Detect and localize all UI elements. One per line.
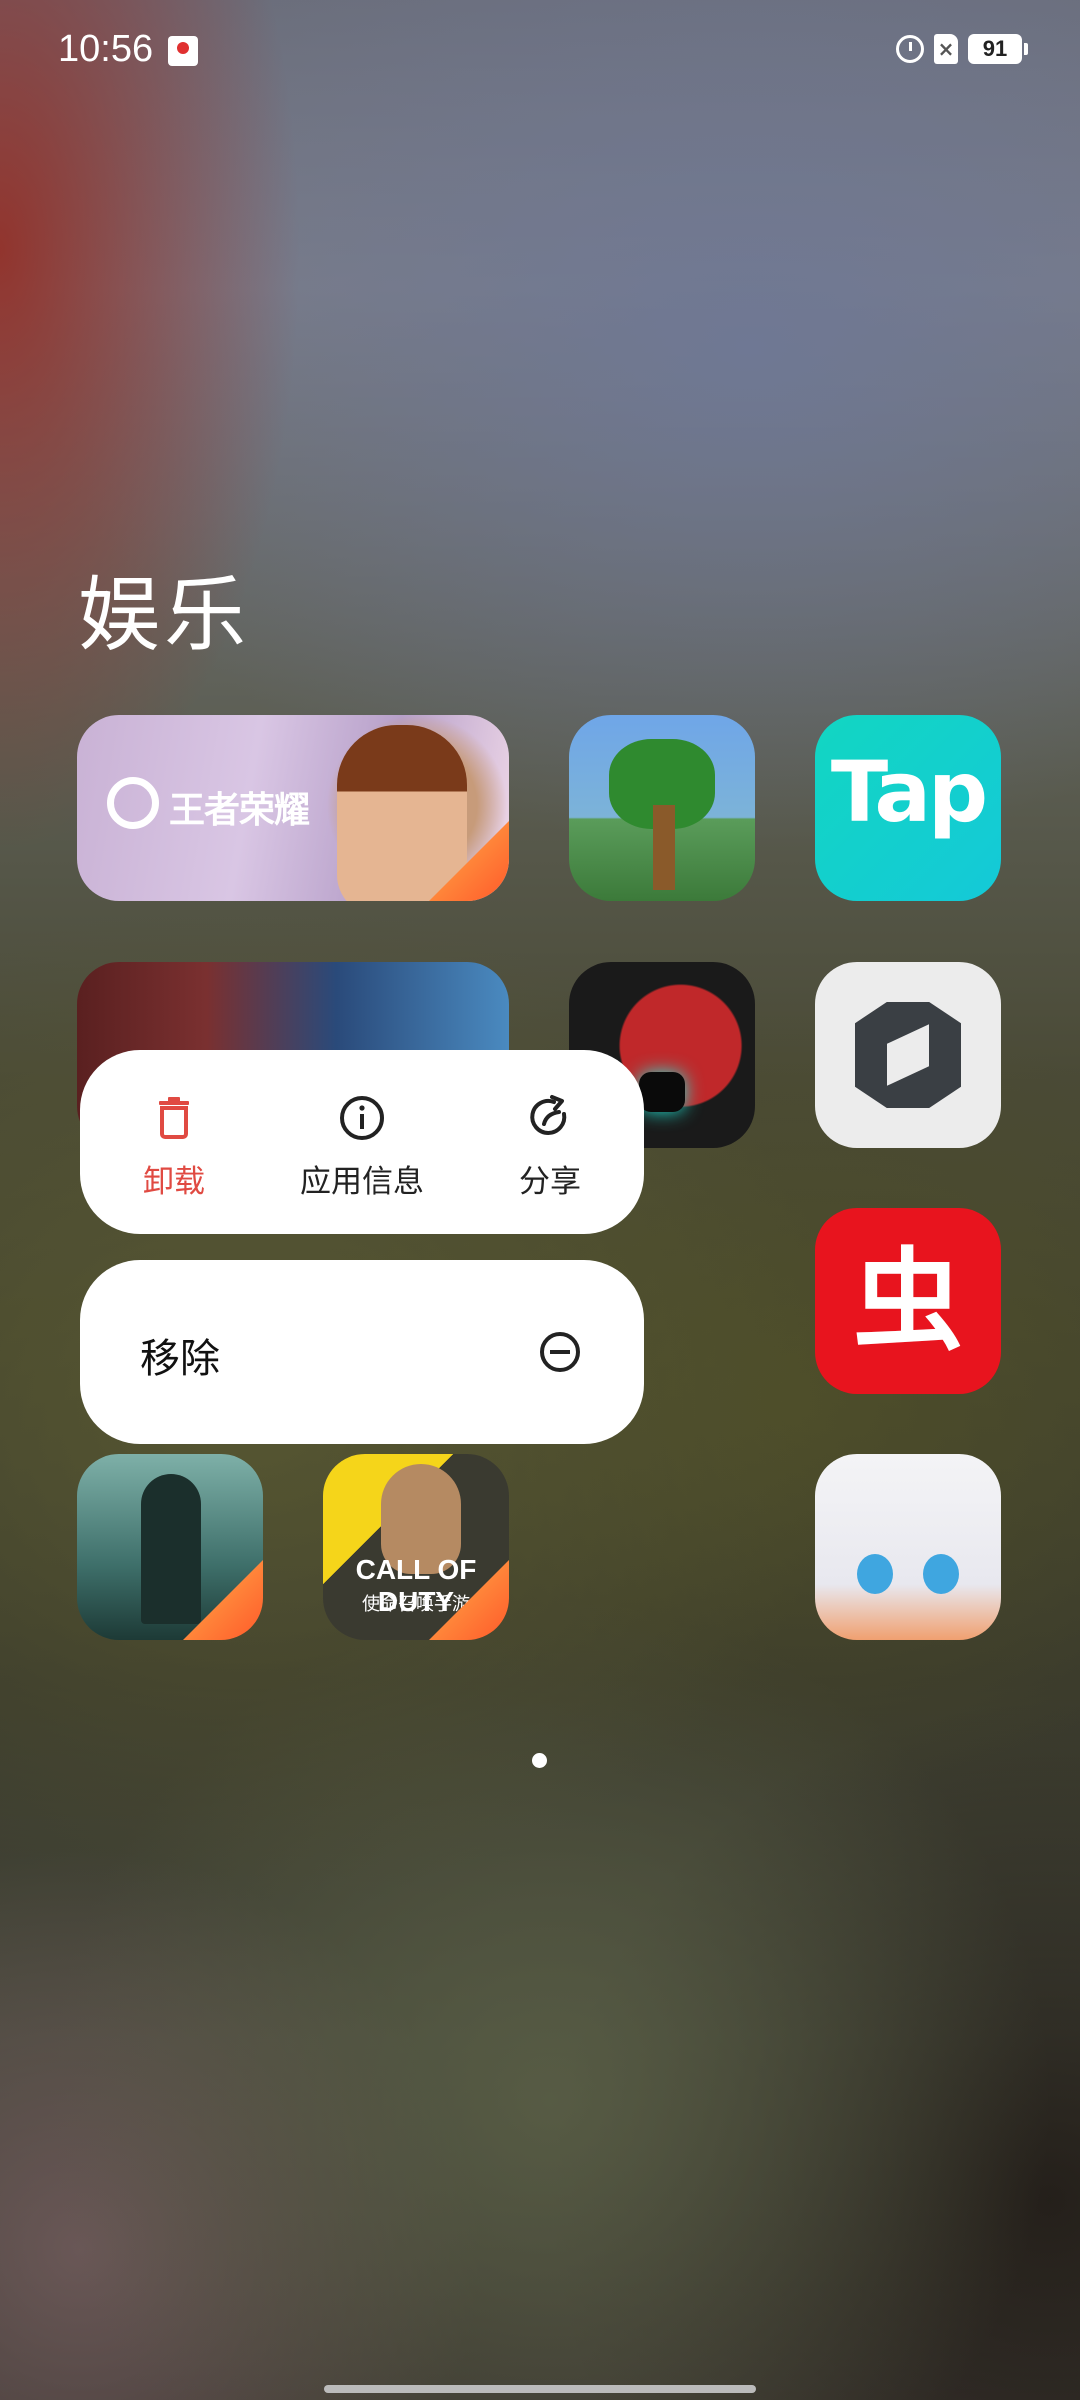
gesture-nav-bar[interactable] <box>324 2385 756 2393</box>
app-honor-of-kings[interactable]: 王者荣耀 <box>77 715 509 901</box>
app-context-menu: 卸载 应用信息 分享 <box>80 1050 644 1234</box>
trash-icon <box>159 1097 189 1139</box>
share-label: 分享 <box>519 1164 581 1200</box>
app-taptap[interactable]: Tap <box>815 715 1001 901</box>
status-bar: 10:56 × 91 <box>0 0 1080 100</box>
app-call-of-duty[interactable]: CALL OF DUTY 使命召唤手游 <box>323 1454 509 1640</box>
battery-icon: 91 <box>968 34 1028 64</box>
alarm-icon <box>896 35 924 63</box>
character-art <box>337 725 467 901</box>
chong-logo: 虫 <box>853 1237 963 1365</box>
status-time: 10:56 <box>58 28 154 70</box>
anime-eye <box>923 1554 959 1594</box>
app-info-label: 应用信息 <box>300 1164 424 1200</box>
honor-of-kings-label: 王者荣耀 <box>169 790 310 831</box>
app-chong[interactable]: 虫 <box>815 1208 1001 1394</box>
remove-menu[interactable]: 移除 <box>80 1260 644 1444</box>
app-terraria[interactable] <box>569 715 755 901</box>
app-heybox[interactable] <box>815 962 1001 1148</box>
remove-icon <box>540 1332 580 1372</box>
share-button[interactable]: 分享 <box>456 1092 644 1201</box>
notification-icon <box>168 36 198 66</box>
anime-eye <box>857 1554 893 1594</box>
creature-icon <box>639 1072 685 1112</box>
no-sim-icon: × <box>934 34 958 64</box>
info-icon <box>340 1096 384 1140</box>
silhouette-art <box>141 1474 201 1624</box>
app-info-button[interactable]: 应用信息 <box>268 1092 456 1201</box>
folder-title: 娱乐 <box>78 568 251 663</box>
uninstall-label: 卸载 <box>143 1164 205 1200</box>
tree-trunk <box>653 805 675 890</box>
remove-label: 移除 <box>140 1336 220 1382</box>
taptap-logo: Tap <box>830 743 988 841</box>
honor-logo-icon <box>107 777 159 829</box>
share-icon <box>530 1095 567 1135</box>
app-anime[interactable] <box>815 1454 1001 1640</box>
app-survival-game[interactable] <box>77 1454 263 1640</box>
uninstall-button[interactable]: 卸载 <box>80 1092 268 1201</box>
page-indicator-dot <box>532 1753 547 1768</box>
status-icons: × 91 <box>896 34 1028 64</box>
